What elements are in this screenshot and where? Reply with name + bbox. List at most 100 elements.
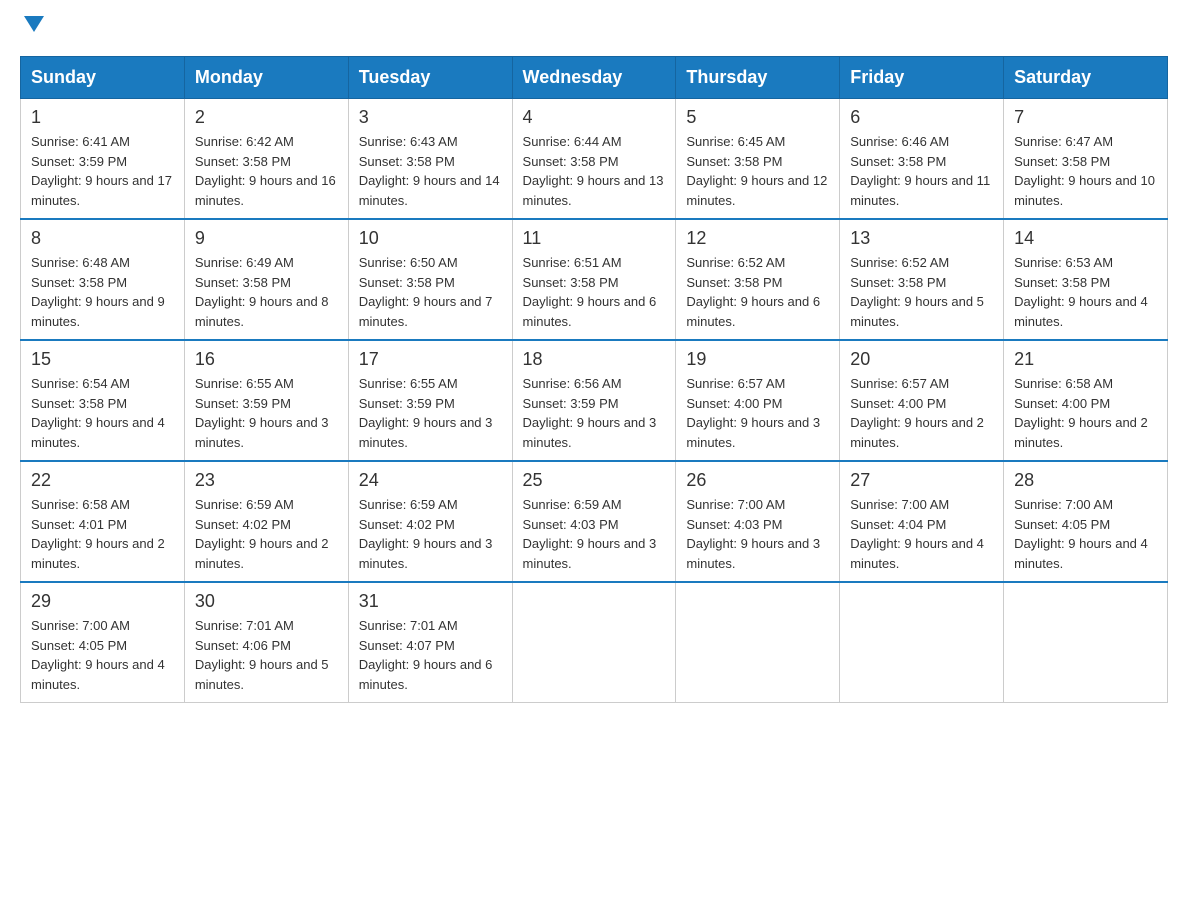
calendar-day-cell: 9Sunrise: 6:49 AMSunset: 3:58 PMDaylight… [184, 219, 348, 340]
day-info: Sunrise: 6:58 AMSunset: 4:00 PMDaylight:… [1014, 374, 1157, 452]
header-thursday: Thursday [676, 57, 840, 99]
calendar-day-cell: 27Sunrise: 7:00 AMSunset: 4:04 PMDayligh… [840, 461, 1004, 582]
calendar-day-cell [1004, 582, 1168, 703]
day-number: 29 [31, 591, 174, 612]
day-number: 8 [31, 228, 174, 249]
day-number: 30 [195, 591, 338, 612]
day-info: Sunrise: 6:42 AMSunset: 3:58 PMDaylight:… [195, 132, 338, 210]
calendar-week-row: 29Sunrise: 7:00 AMSunset: 4:05 PMDayligh… [21, 582, 1168, 703]
calendar-day-cell: 17 Sunrise: 6:55 AMSunset: 3:59 PMDayligh… [348, 340, 512, 461]
day-number: 2 [195, 107, 338, 128]
day-info: Sunrise: 6:54 AMSunset: 3:58 PMDaylight:… [31, 374, 174, 452]
day-info: Sunrise: 6:55 AMSunset: 3:59 PMDaylight:… [359, 374, 502, 452]
day-number: 9 [195, 228, 338, 249]
header-sunday: Sunday [21, 57, 185, 99]
calendar-day-cell: 5 Sunrise: 6:45 AMSunset: 3:58 PMDaylight… [676, 99, 840, 220]
day-info: Sunrise: 6:59 AMSunset: 4:02 PMDaylight:… [195, 495, 338, 573]
calendar-day-cell: 18 Sunrise: 6:56 AMSunset: 3:59 PMDayligh… [512, 340, 676, 461]
calendar-day-cell: 24 Sunrise: 6:59 AMSunset: 4:02 PMDayligh… [348, 461, 512, 582]
day-info: Sunrise: 7:01 AMSunset: 4:06 PMDaylight:… [195, 616, 338, 694]
day-info: Sunrise: 6:57 AMSunset: 4:00 PMDaylight:… [686, 374, 829, 452]
calendar-week-row: 15 Sunrise: 6:54 AMSunset: 3:58 PMDayligh… [21, 340, 1168, 461]
day-info: Sunrise: 7:00 AMSunset: 4:03 PMDaylight:… [686, 495, 829, 573]
day-info: Sunrise: 6:52 AMSunset: 3:58 PMDaylight:… [686, 253, 829, 331]
header-tuesday: Tuesday [348, 57, 512, 99]
day-number: 13 [850, 228, 993, 249]
calendar-day-cell: 2 Sunrise: 6:42 AMSunset: 3:58 PMDaylight… [184, 99, 348, 220]
header-wednesday: Wednesday [512, 57, 676, 99]
day-number: 12 [686, 228, 829, 249]
calendar-day-cell: 1Sunrise: 6:41 AMSunset: 3:59 PMDaylight… [21, 99, 185, 220]
day-number: 23 [195, 470, 338, 491]
header-friday: Friday [840, 57, 1004, 99]
day-number: 27 [850, 470, 993, 491]
day-number: 6 [850, 107, 993, 128]
day-number: 22 [31, 470, 174, 491]
calendar-day-cell: 20 Sunrise: 6:57 AMSunset: 4:00 PMDayligh… [840, 340, 1004, 461]
day-number: 7 [1014, 107, 1157, 128]
calendar-day-cell: 26 Sunrise: 7:00 AMSunset: 4:03 PMDayligh… [676, 461, 840, 582]
day-number: 1 [31, 107, 174, 128]
day-info: Sunrise: 6:56 AMSunset: 3:59 PMDaylight:… [523, 374, 666, 452]
header-saturday: Saturday [1004, 57, 1168, 99]
calendar-day-cell: 25 Sunrise: 6:59 AMSunset: 4:03 PMDayligh… [512, 461, 676, 582]
day-info: Sunrise: 6:59 AMSunset: 4:03 PMDaylight:… [523, 495, 666, 573]
day-number: 19 [686, 349, 829, 370]
day-number: 24 [359, 470, 502, 491]
logo [20, 20, 44, 36]
day-number: 14 [1014, 228, 1157, 249]
day-number: 11 [523, 228, 666, 249]
calendar-day-cell: 28 Sunrise: 7:00 AMSunset: 4:05 PMDayligh… [1004, 461, 1168, 582]
day-number: 18 [523, 349, 666, 370]
calendar-day-cell [840, 582, 1004, 703]
day-number: 16 [195, 349, 338, 370]
day-number: 20 [850, 349, 993, 370]
calendar-header: Sunday Monday Tuesday Wednesday Thursday… [21, 57, 1168, 99]
calendar-week-row: 1Sunrise: 6:41 AMSunset: 3:59 PMDaylight… [21, 99, 1168, 220]
day-number: 31 [359, 591, 502, 612]
day-info: Sunrise: 6:58 AMSunset: 4:01 PMDaylight:… [31, 495, 174, 573]
day-info: Sunrise: 6:59 AMSunset: 4:02 PMDaylight:… [359, 495, 502, 573]
logo-triangle-icon [24, 16, 44, 32]
calendar-day-cell: 11 Sunrise: 6:51 AMSunset: 3:58 PMDayligh… [512, 219, 676, 340]
day-number: 17 [359, 349, 502, 370]
calendar-day-cell: 8 Sunrise: 6:48 AMSunset: 3:58 PMDaylight… [21, 219, 185, 340]
calendar-day-cell: 7 Sunrise: 6:47 AMSunset: 3:58 PMDaylight… [1004, 99, 1168, 220]
day-info: Sunrise: 6:51 AMSunset: 3:58 PMDaylight:… [523, 253, 666, 331]
day-info: Sunrise: 6:57 AMSunset: 4:00 PMDaylight:… [850, 374, 993, 452]
calendar-day-cell: 15 Sunrise: 6:54 AMSunset: 3:58 PMDayligh… [21, 340, 185, 461]
calendar-day-cell: 23 Sunrise: 6:59 AMSunset: 4:02 PMDayligh… [184, 461, 348, 582]
day-info: Sunrise: 6:45 AMSunset: 3:58 PMDaylight:… [686, 132, 829, 210]
day-info: Sunrise: 6:47 AMSunset: 3:58 PMDaylight:… [1014, 132, 1157, 210]
day-number: 21 [1014, 349, 1157, 370]
day-info: Sunrise: 7:00 AMSunset: 4:05 PMDaylight:… [1014, 495, 1157, 573]
header-monday: Monday [184, 57, 348, 99]
calendar-day-cell: 31 Sunrise: 7:01 AMSunset: 4:07 PMDayligh… [348, 582, 512, 703]
day-number: 5 [686, 107, 829, 128]
day-number: 4 [523, 107, 666, 128]
calendar-week-row: 22 Sunrise: 6:58 AMSunset: 4:01 PMDayligh… [21, 461, 1168, 582]
day-info: Sunrise: 7:01 AMSunset: 4:07 PMDaylight:… [359, 616, 502, 694]
day-info: Sunrise: 6:48 AMSunset: 3:58 PMDaylight:… [31, 253, 174, 331]
day-number: 26 [686, 470, 829, 491]
calendar-day-cell: 13 Sunrise: 6:52 AMSunset: 3:58 PMDayligh… [840, 219, 1004, 340]
calendar-day-cell: 12 Sunrise: 6:52 AMSunset: 3:58 PMDayligh… [676, 219, 840, 340]
day-info: Sunrise: 6:52 AMSunset: 3:58 PMDaylight:… [850, 253, 993, 331]
calendar-day-cell: 6 Sunrise: 6:46 AMSunset: 3:58 PMDaylight… [840, 99, 1004, 220]
calendar-week-row: 8 Sunrise: 6:48 AMSunset: 3:58 PMDaylight… [21, 219, 1168, 340]
calendar-day-cell: 14Sunrise: 6:53 AMSunset: 3:58 PMDayligh… [1004, 219, 1168, 340]
calendar-day-cell [676, 582, 840, 703]
calendar-day-cell: 29Sunrise: 7:00 AMSunset: 4:05 PMDayligh… [21, 582, 185, 703]
calendar-day-cell [512, 582, 676, 703]
day-info: Sunrise: 6:46 AMSunset: 3:58 PMDaylight:… [850, 132, 993, 210]
day-number: 15 [31, 349, 174, 370]
calendar-day-cell: 22 Sunrise: 6:58 AMSunset: 4:01 PMDayligh… [21, 461, 185, 582]
day-number: 10 [359, 228, 502, 249]
page-header [20, 20, 1168, 36]
day-number: 28 [1014, 470, 1157, 491]
weekday-header-row: Sunday Monday Tuesday Wednesday Thursday… [21, 57, 1168, 99]
calendar-day-cell: 21 Sunrise: 6:58 AMSunset: 4:00 PMDayligh… [1004, 340, 1168, 461]
day-number: 25 [523, 470, 666, 491]
calendar-day-cell: 30 Sunrise: 7:01 AMSunset: 4:06 PMDayligh… [184, 582, 348, 703]
calendar-day-cell: 3Sunrise: 6:43 AMSunset: 3:58 PMDaylight… [348, 99, 512, 220]
